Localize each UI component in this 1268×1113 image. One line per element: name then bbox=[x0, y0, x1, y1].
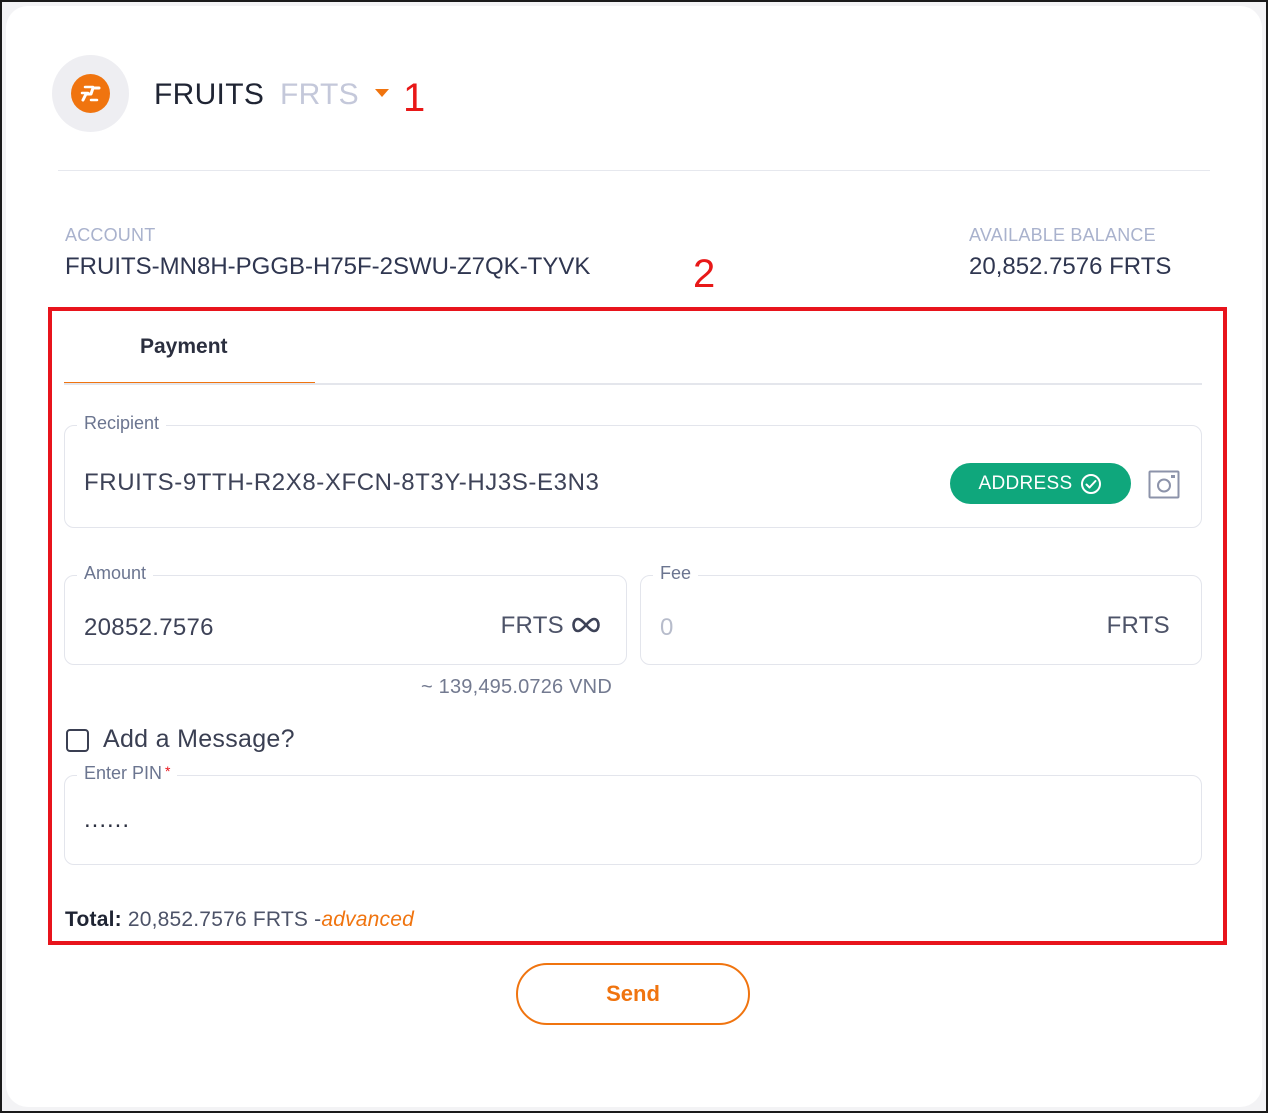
fee-field[interactable]: Fee 0 FRTS bbox=[640, 563, 1202, 665]
amount-field[interactable]: Amount 20852.7576 FRTS bbox=[64, 563, 627, 665]
required-mark: * bbox=[165, 763, 171, 779]
coin-ticker[interactable]: FRTS bbox=[280, 78, 359, 112]
tab-payment-label: Payment bbox=[140, 335, 228, 358]
recipient-field[interactable]: Recipient FRUITS-9TTH-R2X8-XFCN-8T3Y-HJ3… bbox=[64, 413, 1202, 528]
send-button[interactable]: Send bbox=[516, 963, 750, 1025]
amount-input[interactable]: 20852.7576 bbox=[84, 614, 214, 642]
pin-legend-text: Enter PIN bbox=[84, 763, 163, 783]
recipient-legend: Recipient bbox=[77, 413, 167, 434]
advanced-link[interactable]: advanced bbox=[321, 908, 414, 931]
address-badge-label: ADDRESS bbox=[978, 472, 1073, 494]
address-valid-badge: ADDRESS bbox=[950, 463, 1131, 504]
add-message-checkbox[interactable] bbox=[66, 729, 89, 752]
pin-legend: Enter PIN * bbox=[77, 763, 178, 784]
account-value: FRUITS-MN8H-PGGB-H75F-2SWU-Z7QK-TYVK bbox=[65, 253, 591, 280]
coin-name[interactable]: FRUITS bbox=[154, 78, 264, 112]
annotation-marker-2: 2 bbox=[693, 252, 716, 296]
annotation-marker-1: 1 bbox=[403, 76, 426, 120]
check-circle-icon bbox=[1081, 473, 1102, 494]
fee-legend: Fee bbox=[653, 563, 699, 584]
account-label: ACCOUNT bbox=[65, 225, 156, 245]
header-divider bbox=[58, 170, 1210, 171]
caret-down-icon[interactable] bbox=[375, 89, 389, 97]
balance-value: 20,852.7576 FRTS bbox=[969, 253, 1172, 280]
add-message-label[interactable]: Add a Message? bbox=[103, 725, 295, 754]
pin-field[interactable]: Enter PIN * ...... bbox=[64, 763, 1202, 865]
tab-payment[interactable]: Payment bbox=[64, 315, 315, 385]
infinity-icon[interactable] bbox=[569, 616, 603, 634]
fee-unit: FRTS bbox=[1106, 612, 1170, 639]
qr-scan-icon[interactable] bbox=[1148, 470, 1180, 499]
total-value: 20,852.7576 FRTS - bbox=[127, 908, 322, 931]
pin-input[interactable]: ...... bbox=[84, 806, 130, 834]
amount-conversion: ~ 139,495.0726 VND bbox=[421, 676, 612, 698]
fee-input[interactable]: 0 bbox=[660, 614, 674, 642]
tab-bar-rule bbox=[64, 383, 1202, 385]
balance-label: AVAILABLE BALANCE bbox=[969, 225, 1156, 245]
total-label: Total: bbox=[65, 908, 122, 931]
coin-avatar bbox=[52, 55, 129, 132]
recipient-input[interactable]: FRUITS-9TTH-R2X8-XFCN-8T3Y-HJ3S-E3N3 bbox=[84, 469, 599, 497]
fruits-coin-logo-icon bbox=[71, 74, 110, 113]
amount-unit: FRTS bbox=[500, 612, 564, 639]
total-summary: Total: 20,852.7576 FRTS -advanced bbox=[65, 908, 414, 932]
amount-legend: Amount bbox=[77, 563, 154, 584]
